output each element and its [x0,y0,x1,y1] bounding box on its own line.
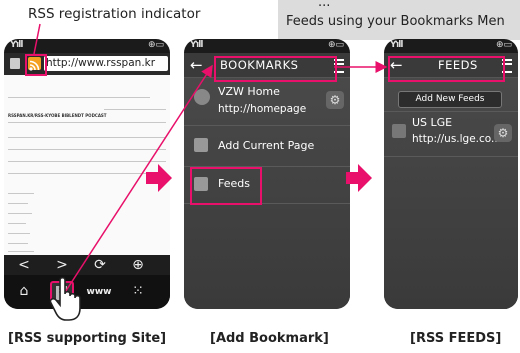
bookmark-to-list-line [59,64,213,301]
indicator-pointer-line [33,23,41,55]
caption-rss-site: [RSS supporting Site] [8,331,167,346]
caption-add-bookmark: [Add Bookmark] [210,331,329,346]
step-arrow-2 [346,164,372,192]
caption-rss-feeds: [RSS FEEDS] [410,331,502,346]
hand-pointer-icon [49,276,81,321]
step-arrow-1 [146,164,172,192]
